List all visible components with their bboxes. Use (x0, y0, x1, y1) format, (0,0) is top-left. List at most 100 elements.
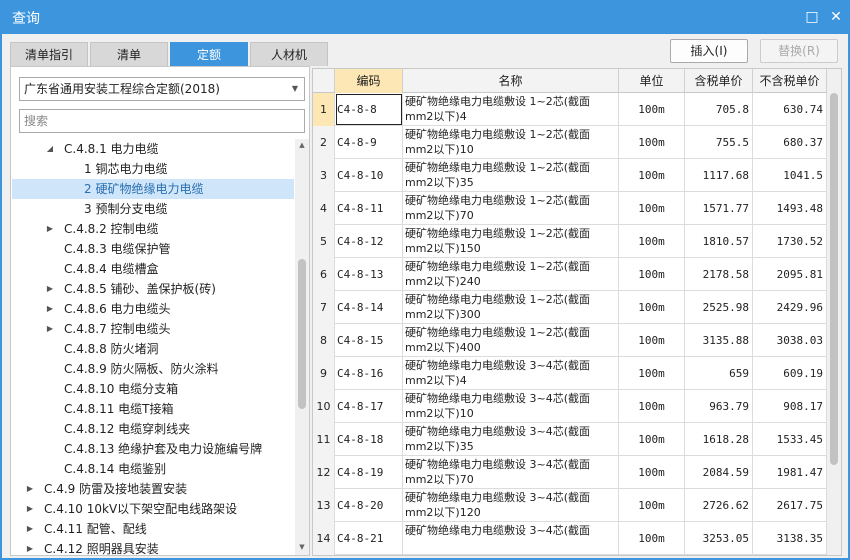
name-cell[interactable]: 硬矿物绝缘电力电缆敷设 3~4芯(截面mm2以下)35 (403, 423, 619, 456)
table-row[interactable]: 11 C4-8-18 硬矿物绝缘电力电缆敷设 3~4芯(截面mm2以下)35 100m… (313, 423, 827, 456)
untaxed-price-cell[interactable]: 630.74 (753, 93, 827, 126)
row-number[interactable]: 7 (313, 291, 335, 324)
name-cell[interactable]: 硬矿物绝缘电力电缆敷设 1~2芯(截面mm2以下)35 (403, 159, 619, 192)
taxed-price-cell[interactable]: 2084.59 (685, 456, 753, 489)
name-cell[interactable]: 硬矿物绝缘电力电缆敷设 1~2芯(截面mm2以下)10 (403, 126, 619, 159)
tree-item[interactable]: ▶ C.4.10 10kV以下架空配电线路架设 (12, 499, 294, 519)
untaxed-price-cell[interactable]: 609.19 (753, 357, 827, 390)
tree-item[interactable]: C.4.8.4 电缆槽盒 (12, 259, 294, 279)
tree-item[interactable]: ▶ C.4.11 配管、配线 (12, 519, 294, 539)
code-cell[interactable]: C4-8-21 (335, 522, 403, 555)
taxed-price-cell[interactable]: 3135.88 (685, 324, 753, 357)
code-cell[interactable]: C4-8-17 (335, 390, 403, 423)
insert-button[interactable]: 插入(I) (670, 39, 748, 63)
expand-icon[interactable]: ▶ (24, 539, 36, 555)
row-number[interactable]: 13 (313, 489, 335, 522)
tree-item[interactable]: ▶ C.4.8.5 铺砂、盖保护板(砖) (12, 279, 294, 299)
untaxed-price-cell[interactable]: 3038.03 (753, 324, 827, 357)
untaxed-price-cell[interactable]: 1730.52 (753, 225, 827, 258)
unit-cell[interactable]: 100m (619, 456, 685, 489)
tab-bill[interactable]: 清单 (90, 42, 168, 66)
row-number[interactable]: 2 (313, 126, 335, 159)
name-cell[interactable]: 硬矿物绝缘电力电缆敷设 3~4芯(截面mm2以下)70 (403, 456, 619, 489)
quota-library-select[interactable]: 广东省通用安装工程综合定额(2018) ▼ (19, 77, 305, 101)
tree-item[interactable]: ▶ C.4.9 防雷及接地装置安装 (12, 479, 294, 499)
scroll-up-icon[interactable]: ▲ (295, 141, 309, 149)
tree-item[interactable]: 3 预制分支电缆 (12, 199, 294, 219)
tree-item[interactable]: ◢ C.4.8.1 电力电缆 (12, 139, 294, 159)
tab-bill-guide[interactable]: 清单指引 (10, 42, 88, 66)
tree-item[interactable]: ▶ C.4.8.7 控制电缆头 (12, 319, 294, 339)
expand-icon[interactable]: ▶ (44, 219, 56, 239)
tab-labor-material-machine[interactable]: 人材机 (250, 42, 328, 66)
tree-item[interactable]: C.4.8.11 电缆T接箱 (12, 399, 294, 419)
unit-cell[interactable]: 100m (619, 489, 685, 522)
row-number[interactable]: 1 (313, 93, 335, 126)
name-cell[interactable]: 硬矿物绝缘电力电缆敷设 3~4芯(截面mm2以下)4 (403, 357, 619, 390)
untaxed-price-column-header[interactable]: 不含税单价 (753, 69, 827, 93)
untaxed-price-cell[interactable]: 1533.45 (753, 423, 827, 456)
name-cell[interactable]: 硬矿物绝缘电力电缆敷设 1~2芯(截面mm2以下)300 (403, 291, 619, 324)
code-cell[interactable]: C4-8-13 (335, 258, 403, 291)
untaxed-price-cell[interactable]: 1493.48 (753, 192, 827, 225)
expand-icon[interactable]: ▶ (44, 299, 56, 319)
code-cell[interactable]: C4-8-10 (335, 159, 403, 192)
row-number[interactable]: 11 (313, 423, 335, 456)
untaxed-price-cell[interactable]: 1981.47 (753, 456, 827, 489)
collapse-icon[interactable]: ◢ (44, 139, 56, 159)
unit-cell[interactable]: 100m (619, 192, 685, 225)
unit-column-header[interactable]: 单位 (619, 69, 685, 93)
tree-item[interactable]: C.4.8.13 绝缘护套及电力设施编号牌 (12, 439, 294, 459)
row-number[interactable]: 5 (313, 225, 335, 258)
expand-icon[interactable]: ▶ (24, 519, 36, 539)
table-row[interactable]: 5 C4-8-12 硬矿物绝缘电力电缆敷设 1~2芯(截面mm2以下)150 100m… (313, 225, 827, 258)
table-row[interactable]: 2 C4-8-9 硬矿物绝缘电力电缆敷设 1~2芯(截面mm2以下)10 100m 75… (313, 126, 827, 159)
table-row[interactable]: 10 C4-8-17 硬矿物绝缘电力电缆敷设 3~4芯(截面mm2以下)10 100m… (313, 390, 827, 423)
name-cell[interactable]: 硬矿物绝缘电力电缆敷设 1~2芯(截面mm2以下)70 (403, 192, 619, 225)
row-number[interactable]: 6 (313, 258, 335, 291)
name-cell[interactable]: 硬矿物绝缘电力电缆敷设 3~4芯(截面mm2以下)120 (403, 489, 619, 522)
name-cell[interactable]: 硬矿物绝缘电力电缆敷设 3~4芯(截面 (403, 522, 619, 555)
taxed-price-cell[interactable]: 659 (685, 357, 753, 390)
untaxed-price-cell[interactable]: 908.17 (753, 390, 827, 423)
row-number[interactable]: 10 (313, 390, 335, 423)
code-cell[interactable]: C4-8-12 (335, 225, 403, 258)
taxed-price-cell[interactable]: 2525.98 (685, 291, 753, 324)
name-cell[interactable]: 硬矿物绝缘电力电缆敷设 1~2芯(截面mm2以下)240 (403, 258, 619, 291)
name-column-header[interactable]: 名称 (403, 69, 619, 93)
table-row[interactable]: 3 C4-8-10 硬矿物绝缘电力电缆敷设 1~2芯(截面mm2以下)35 100m 1… (313, 159, 827, 192)
untaxed-price-cell[interactable]: 680.37 (753, 126, 827, 159)
name-cell[interactable]: 硬矿物绝缘电力电缆敷设 1~2芯(截面mm2以下)4 (403, 93, 619, 126)
taxed-price-column-header[interactable]: 含税单价 (685, 69, 753, 93)
row-number[interactable]: 9 (313, 357, 335, 390)
taxed-price-cell[interactable]: 1571.77 (685, 192, 753, 225)
unit-cell[interactable]: 100m (619, 225, 685, 258)
tree-item[interactable]: ▶ C.4.8.6 电力电缆头 (12, 299, 294, 319)
tree-item[interactable]: C.4.8.3 电缆保护管 (12, 239, 294, 259)
tree-item[interactable]: 2 硬矿物绝缘电力电缆 (12, 179, 294, 199)
taxed-price-cell[interactable]: 755.5 (685, 126, 753, 159)
tree-item[interactable]: ▶ C.4.8.2 控制电缆 (12, 219, 294, 239)
code-cell[interactable]: C4-8-18 (335, 423, 403, 456)
taxed-price-cell[interactable]: 1810.57 (685, 225, 753, 258)
expand-icon[interactable]: ▶ (24, 479, 36, 499)
unit-cell[interactable]: 100m (619, 159, 685, 192)
unit-cell[interactable]: 100m (619, 258, 685, 291)
close-icon[interactable]: ✕ (826, 7, 846, 27)
taxed-price-cell[interactable]: 705.8 (685, 93, 753, 126)
taxed-price-cell[interactable]: 1618.28 (685, 423, 753, 456)
taxed-price-cell[interactable]: 2726.62 (685, 489, 753, 522)
tree-item[interactable]: C.4.8.9 防火隔板、防火涂料 (12, 359, 294, 379)
search-input[interactable] (19, 109, 305, 133)
untaxed-price-cell[interactable]: 2095.81 (753, 258, 827, 291)
code-cell[interactable]: C4-8-16 (335, 357, 403, 390)
unit-cell[interactable]: 100m (619, 93, 685, 126)
table-row[interactable]: 9 C4-8-16 硬矿物绝缘电力电缆敷设 3~4芯(截面mm2以下)4 100m 65… (313, 357, 827, 390)
table-row[interactable]: 1 C4-8-8 硬矿物绝缘电力电缆敷设 1~2芯(截面mm2以下)4 100m 705… (313, 93, 827, 126)
expand-icon[interactable]: ▶ (44, 319, 56, 339)
table-row[interactable]: 4 C4-8-11 硬矿物绝缘电力电缆敷设 1~2芯(截面mm2以下)70 100m 1… (313, 192, 827, 225)
unit-cell[interactable]: 100m (619, 522, 685, 555)
table-row[interactable]: 14 C4-8-21 硬矿物绝缘电力电缆敷设 3~4芯(截面 100m 3253.05 3… (313, 522, 827, 555)
code-cell[interactable]: C4-8-20 (335, 489, 403, 522)
taxed-price-cell[interactable]: 963.79 (685, 390, 753, 423)
